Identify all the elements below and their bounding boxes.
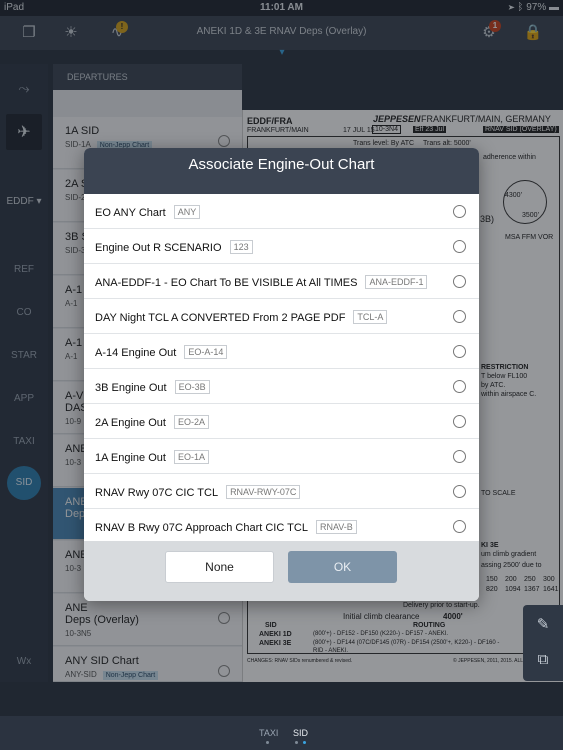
annotation-tools: ✎ ⧉ [523, 605, 563, 681]
option-row[interactable]: DAY Night TCL A CONVERTED From 2 PAGE PD… [84, 299, 479, 334]
option-row[interactable]: RNAV Rwy 07C CIC TCL RNAV-RWY-07C [84, 474, 479, 509]
option-label: 3B Engine Out [95, 382, 167, 394]
option-radio[interactable] [453, 415, 466, 428]
option-code: TCL-A [353, 310, 388, 324]
bottom-tab-bar: TAXI SID [0, 716, 563, 750]
clip-icon[interactable]: ⧉ [523, 651, 563, 668]
option-label: DAY Night TCL A CONVERTED From 2 PAGE PD… [95, 312, 346, 324]
option-label: A-14 Engine Out [95, 347, 177, 359]
option-row[interactable]: ANA-EDDF-1 - EO Chart To BE VISIBLE At A… [84, 264, 479, 299]
page-dot [266, 741, 269, 744]
option-radio[interactable] [453, 450, 466, 463]
page-dot-active [303, 741, 306, 744]
option-label: RNAV Rwy 07C CIC TCL [95, 487, 219, 499]
option-code: ANY [173, 205, 201, 219]
dialog-footer: None OK [84, 541, 479, 601]
option-code: EO-3B [174, 380, 210, 394]
option-code: 123 [229, 240, 253, 254]
option-radio[interactable] [453, 485, 466, 498]
option-radio[interactable] [453, 205, 466, 218]
option-code: EO-A-14 [184, 345, 228, 359]
option-radio[interactable] [453, 275, 466, 288]
option-radio[interactable] [453, 240, 466, 253]
option-radio[interactable] [453, 520, 466, 533]
tab-sid[interactable]: SID [293, 728, 308, 738]
option-code: EO-2A [173, 415, 209, 429]
associate-engine-out-dialog: Associate Engine-Out Chart EO ANY Chart A… [84, 148, 479, 601]
option-row[interactable]: EO ANY Chart ANY [84, 194, 479, 229]
option-code: RNAV-RWY-07C [226, 485, 301, 499]
page-dot [295, 741, 298, 744]
option-row[interactable]: Engine Out R SCENARIO 123 [84, 229, 479, 264]
option-radio[interactable] [453, 380, 466, 393]
option-row[interactable]: 2A Engine Out EO-2A [84, 404, 479, 439]
ok-button[interactable]: OK [288, 551, 397, 583]
option-row[interactable]: 1A Engine Out EO-1A [84, 439, 479, 474]
tab-taxi[interactable]: TAXI [259, 728, 278, 738]
option-label: ANA-EDDF-1 - EO Chart To BE VISIBLE At A… [95, 277, 358, 289]
option-code: RNAV-B [315, 520, 357, 534]
option-label: Engine Out R SCENARIO [95, 242, 222, 254]
option-label: 1A Engine Out [95, 452, 166, 464]
option-row[interactable]: RNAV B Rwy 07C Approach Chart CIC TCL RNA… [84, 509, 479, 544]
dialog-title: Associate Engine-Out Chart [84, 148, 479, 194]
option-row[interactable]: A-14 Engine Out EO-A-14 [84, 334, 479, 369]
option-row[interactable]: 3B Engine Out EO-3B [84, 369, 479, 404]
option-code: EO-1A [173, 450, 209, 464]
option-label: EO ANY Chart [95, 207, 166, 219]
option-radio[interactable] [453, 310, 466, 323]
option-radio[interactable] [453, 345, 466, 358]
option-label: 2A Engine Out [95, 417, 166, 429]
option-label: RNAV B Rwy 07C Approach Chart CIC TCL [95, 522, 308, 534]
pen-icon[interactable]: ✎ [523, 615, 563, 633]
none-button[interactable]: None [165, 551, 274, 583]
option-code: ANA-EDDF-1 [365, 275, 428, 289]
